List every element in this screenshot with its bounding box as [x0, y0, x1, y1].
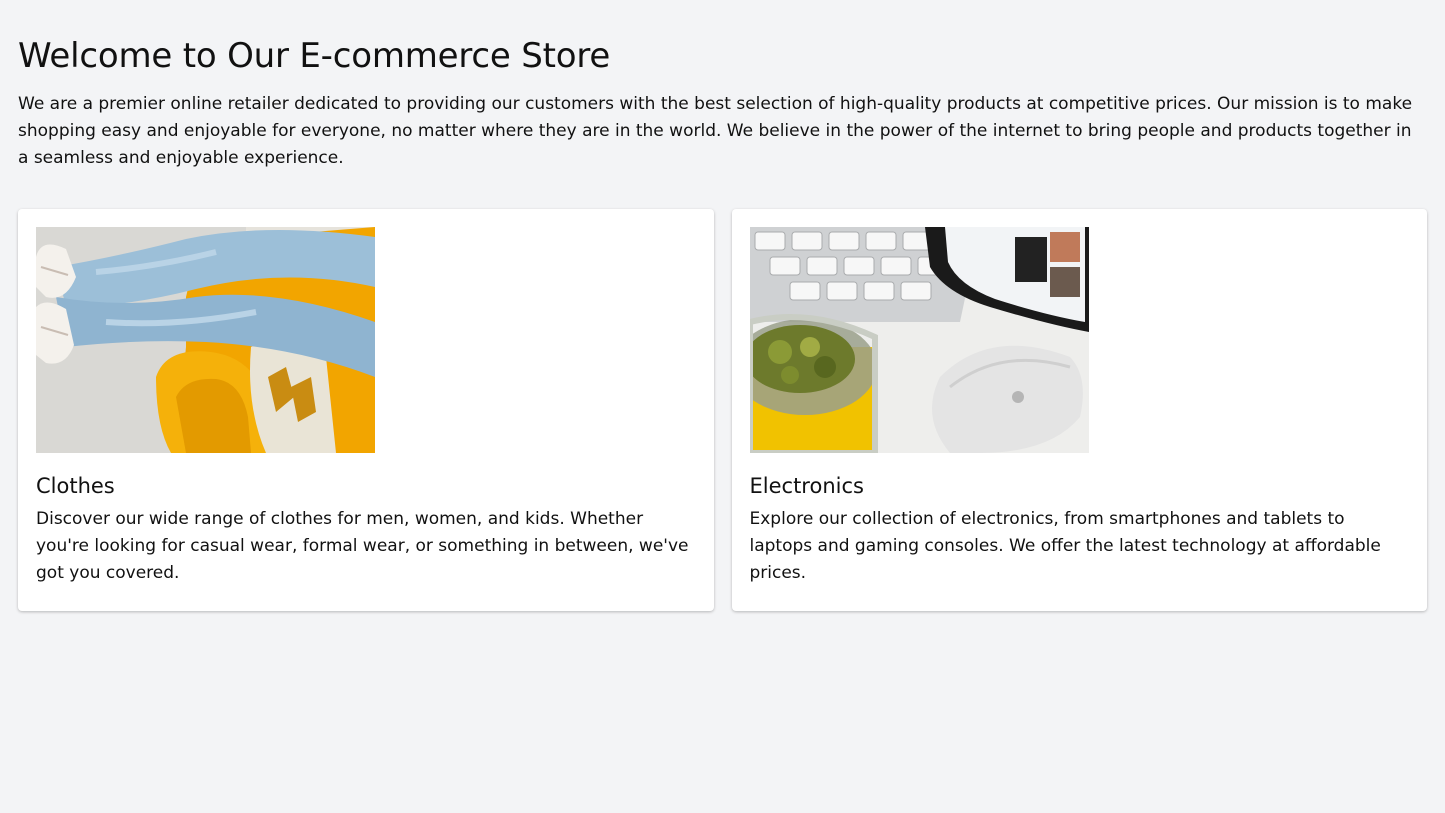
category-grid: Clothes Discover our wide range of cloth…	[18, 209, 1427, 611]
category-title[interactable]: Electronics	[750, 471, 1410, 501]
category-card-clothes[interactable]: Clothes Discover our wide range of cloth…	[18, 209, 714, 611]
intro-text: We are a premier online retailer dedicat…	[18, 94, 1413, 168]
electronics-photo[interactable]	[749, 227, 1089, 453]
category-description: Explore our collection of electronics, f…	[749, 509, 1381, 583]
category-card-electronics[interactable]: Electronics Explore our collection of el…	[731, 209, 1427, 611]
page: Welcome to Our E-commerce Store We are a…	[0, 0, 1445, 611]
category-title[interactable]: Clothes	[36, 471, 696, 501]
category-description: Discover our wide range of clothes for m…	[36, 509, 689, 583]
clothes-photo[interactable]	[36, 227, 375, 453]
page-title: Welcome to Our E-commerce Store	[18, 36, 611, 76]
